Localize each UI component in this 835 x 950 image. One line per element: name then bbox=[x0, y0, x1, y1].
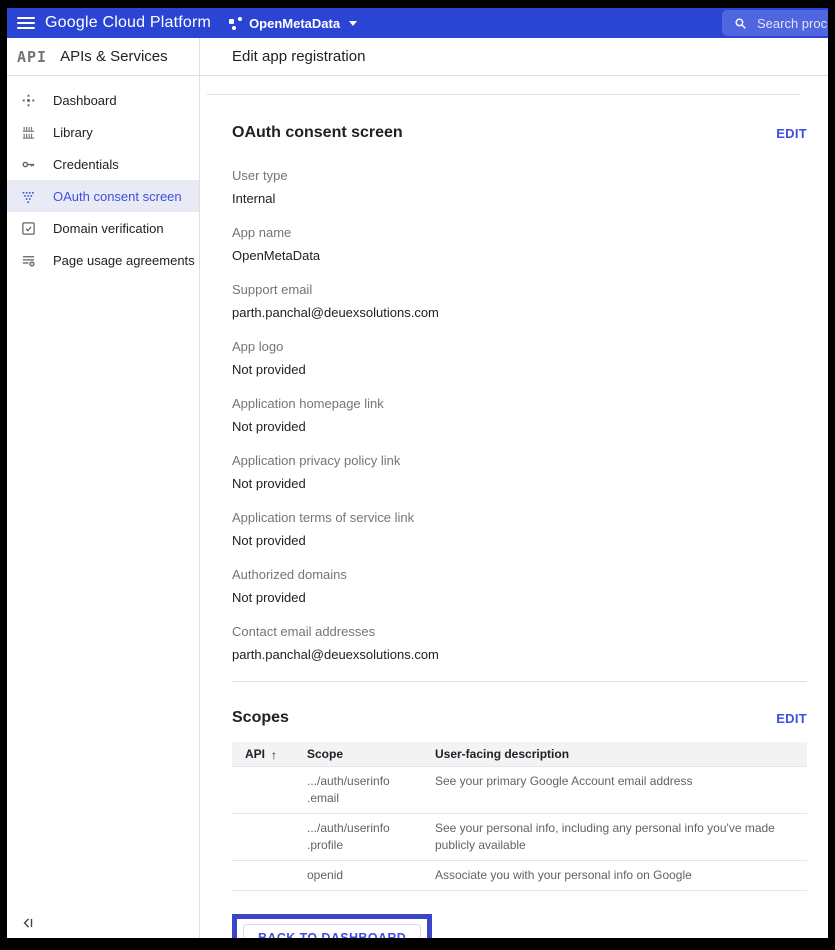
field-support-email: Support email parth.panchal@deuexsolutio… bbox=[232, 282, 800, 321]
field-label: User type bbox=[232, 168, 800, 184]
search-input[interactable] bbox=[757, 16, 827, 31]
field-value: OpenMetaData bbox=[232, 248, 800, 264]
library-icon bbox=[21, 125, 36, 140]
consent-fields: User type Internal App name OpenMetaData… bbox=[232, 168, 800, 663]
scope-cell: .../auth/userinfo .email bbox=[307, 767, 435, 814]
field-app-name: App name OpenMetaData bbox=[232, 225, 800, 264]
field-value: Not provided bbox=[232, 476, 800, 492]
field-authorized-domains: Authorized domains Not provided bbox=[232, 567, 800, 606]
sidebar-item-oauth-consent-screen[interactable]: OAuth consent screen bbox=[7, 180, 199, 212]
field-value: Not provided bbox=[232, 590, 800, 606]
search-bar[interactable] bbox=[722, 10, 828, 36]
sidebar-item-label: OAuth consent screen bbox=[53, 189, 182, 204]
field-value: Not provided bbox=[232, 419, 800, 435]
scope-cell: .../auth/userinfo .profile bbox=[307, 814, 435, 861]
description-cell: Associate you with your personal info on… bbox=[435, 861, 807, 891]
sidebar-item-library[interactable]: Library bbox=[7, 116, 199, 148]
scopes-edit-link[interactable]: EDIT bbox=[776, 711, 807, 726]
field-value: Internal bbox=[232, 191, 800, 207]
field-label: Application privacy policy link bbox=[232, 453, 800, 469]
sidebar-item-page-usage-agreements[interactable]: Page usage agreements bbox=[7, 244, 199, 276]
agreements-icon bbox=[21, 253, 36, 268]
back-to-dashboard-button[interactable]: BACK TO DASHBOARD bbox=[243, 924, 421, 938]
collapse-sidebar-icon[interactable] bbox=[21, 914, 39, 932]
scope-row-profile: .../auth/userinfo .profile See your pers… bbox=[232, 814, 807, 861]
consent-section-header: OAuth consent screen EDIT bbox=[232, 124, 807, 142]
sidebar-title: APIs & Services bbox=[60, 48, 168, 65]
api-cell bbox=[232, 861, 307, 891]
field-label: Authorized domains bbox=[232, 567, 800, 583]
dashboard-icon bbox=[21, 93, 36, 108]
project-selector[interactable]: OpenMetaData bbox=[229, 16, 357, 31]
field-value: Not provided bbox=[232, 362, 800, 378]
scopes-section-title: Scopes bbox=[232, 709, 289, 727]
consent-icon bbox=[21, 189, 36, 204]
field-label: App name bbox=[232, 225, 800, 241]
sidebar-item-credentials[interactable]: Credentials bbox=[7, 148, 199, 180]
hamburger-menu-icon[interactable] bbox=[7, 8, 45, 38]
scope-cell: openid bbox=[307, 861, 435, 891]
sidebar-item-label: Dashboard bbox=[53, 93, 117, 108]
page-title: Edit app registration bbox=[232, 48, 365, 65]
consent-section-title: OAuth consent screen bbox=[232, 124, 403, 142]
field-user-type: User type Internal bbox=[232, 168, 800, 207]
field-label: App logo bbox=[232, 339, 800, 355]
field-privacy-policy-link: Application privacy policy link Not prov… bbox=[232, 453, 800, 492]
gcp-console-window: Google Cloud Platform OpenMetaData API A… bbox=[7, 8, 828, 938]
page-header: Edit app registration bbox=[200, 38, 828, 76]
field-value: parth.panchal@deuexsolutions.com bbox=[232, 305, 800, 321]
field-contact-emails: Contact email addresses parth.panchal@de… bbox=[232, 624, 800, 663]
scopes-table-header-row: API↑ Scope User-facing description bbox=[232, 742, 807, 767]
domain-check-icon bbox=[21, 221, 36, 236]
caret-down-icon bbox=[349, 21, 357, 26]
description-cell: See your primary Google Account email ad… bbox=[435, 767, 807, 814]
gcp-logo[interactable]: Google Cloud Platform bbox=[45, 14, 211, 32]
consent-edit-link[interactable]: EDIT bbox=[776, 126, 807, 141]
sidebar-item-dashboard[interactable]: Dashboard bbox=[7, 84, 199, 116]
api-cell bbox=[232, 767, 307, 814]
sidebar-header: API APIs & Services bbox=[7, 38, 199, 76]
field-label: Support email bbox=[232, 282, 800, 298]
scope-column-header[interactable]: Scope bbox=[307, 742, 435, 767]
field-label: Application homepage link bbox=[232, 396, 800, 412]
field-value: Not provided bbox=[232, 533, 800, 549]
description-column-header[interactable]: User-facing description bbox=[435, 742, 807, 767]
sidebar-item-label: Page usage agreements bbox=[53, 253, 195, 268]
scope-row-email: .../auth/userinfo .email See your primar… bbox=[232, 767, 807, 814]
project-icon bbox=[229, 17, 242, 30]
key-icon bbox=[21, 157, 36, 172]
section-divider bbox=[232, 681, 807, 682]
field-app-logo: App logo Not provided bbox=[232, 339, 800, 378]
sidebar-item-label: Library bbox=[53, 125, 93, 140]
api-logo: API bbox=[17, 48, 47, 66]
project-name: OpenMetaData bbox=[249, 16, 340, 31]
field-value: parth.panchal@deuexsolutions.com bbox=[232, 647, 800, 663]
search-icon bbox=[734, 17, 747, 30]
scopes-table: API↑ Scope User-facing description .../a… bbox=[232, 742, 807, 891]
api-column-header[interactable]: API↑ bbox=[232, 742, 307, 767]
api-cell bbox=[232, 814, 307, 861]
top-navigation-bar: Google Cloud Platform OpenMetaData bbox=[7, 8, 828, 38]
field-homepage-link: Application homepage link Not provided bbox=[232, 396, 800, 435]
toolband bbox=[207, 76, 800, 95]
sidebar-item-domain-verification[interactable]: Domain verification bbox=[7, 212, 199, 244]
field-label: Contact email addresses bbox=[232, 624, 800, 640]
scope-row-openid: openid Associate you with your personal … bbox=[232, 861, 807, 891]
scopes-section-header: Scopes EDIT bbox=[232, 709, 807, 727]
field-terms-of-service-link: Application terms of service link Not pr… bbox=[232, 510, 800, 549]
sidebar: API APIs & Services Dashboard Library bbox=[7, 38, 200, 938]
sidebar-item-label: Credentials bbox=[53, 157, 119, 172]
sidebar-item-label: Domain verification bbox=[53, 221, 164, 236]
main-content: Edit app registration OAuth consent scre… bbox=[200, 38, 828, 938]
sort-ascending-icon: ↑ bbox=[271, 748, 277, 762]
field-label: Application terms of service link bbox=[232, 510, 800, 526]
annotation-highlight-box: BACK TO DASHBOARD bbox=[232, 914, 432, 938]
description-cell: See your personal info, including any pe… bbox=[435, 814, 807, 861]
